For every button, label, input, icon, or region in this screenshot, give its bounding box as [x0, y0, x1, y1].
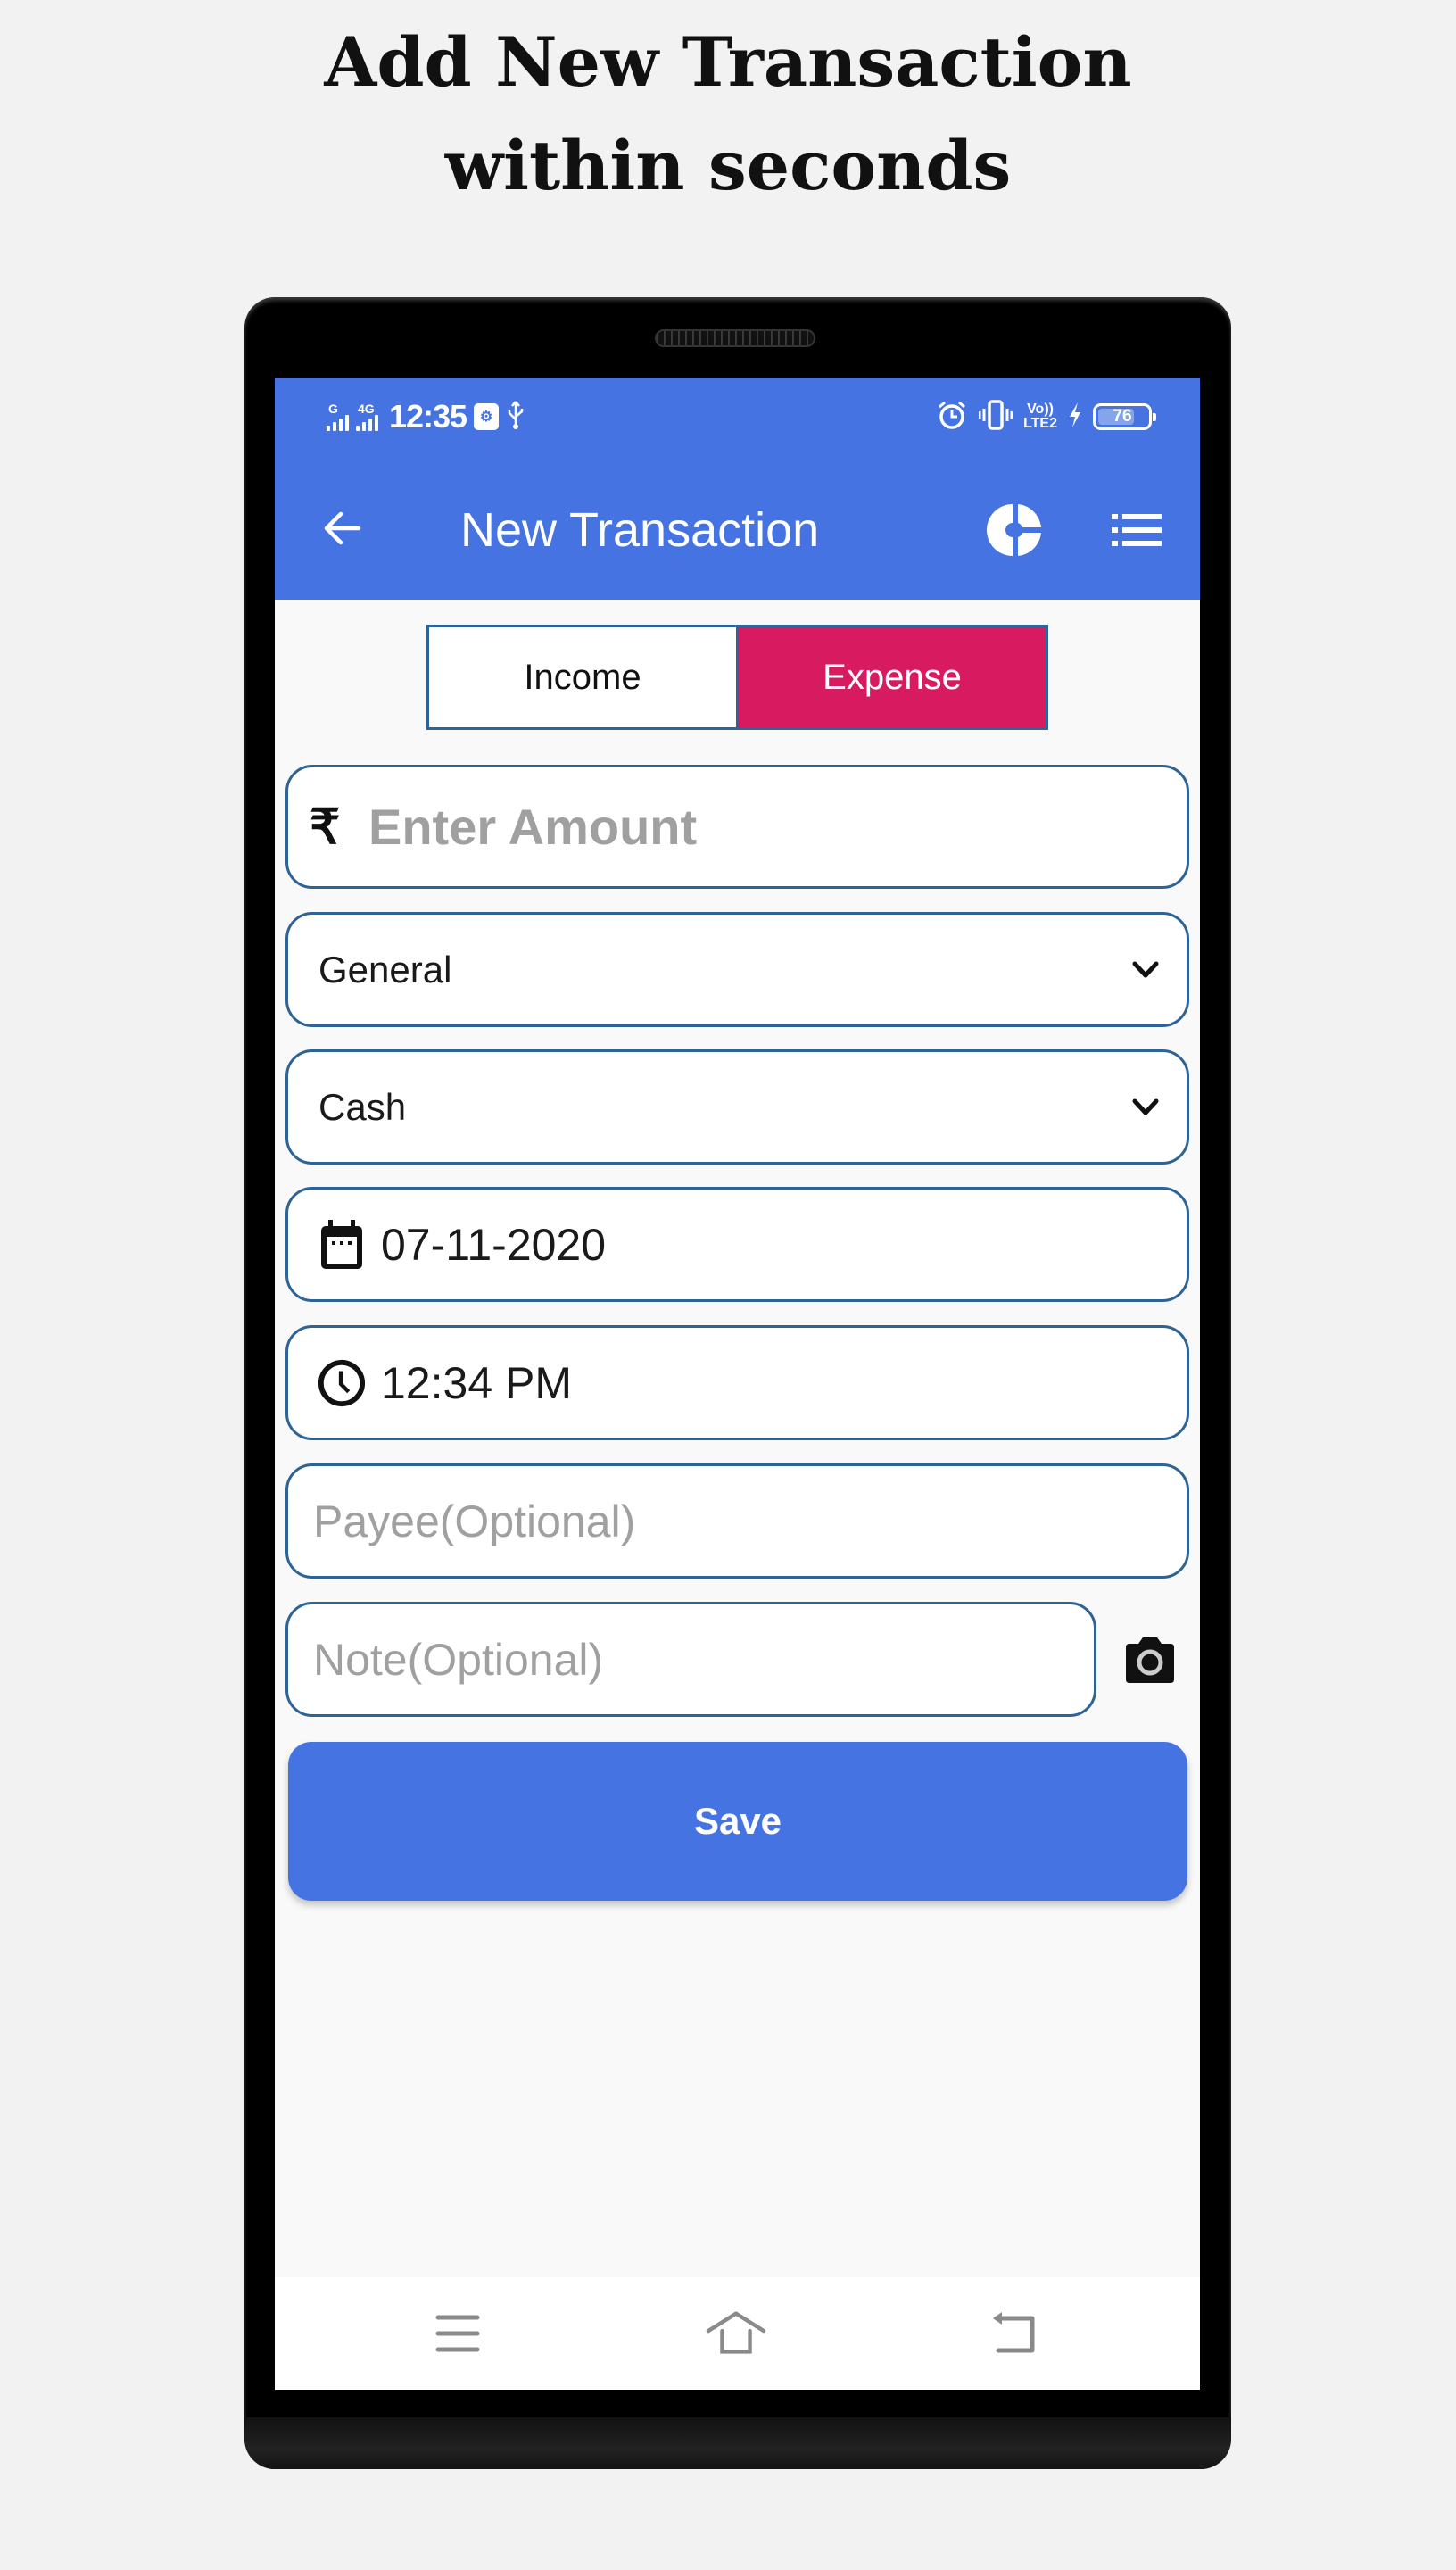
- nav-back-button[interactable]: [983, 2304, 1046, 2363]
- chevron-down-icon: [1132, 1098, 1159, 1115]
- app-screen: G 4G 12:35 ⚙ Vo)) LTE2 76 New Transactio…: [275, 378, 1200, 2390]
- amount-input[interactable]: [368, 798, 1154, 856]
- attach-photo-button[interactable]: [1119, 1629, 1181, 1691]
- camera-icon: [1126, 1637, 1174, 1683]
- headline-line-1: Add New Transaction: [324, 22, 1132, 102]
- note-input[interactable]: [313, 1633, 1016, 1686]
- payee-input[interactable]: [313, 1495, 1100, 1547]
- clock-icon: [317, 1356, 367, 1410]
- date-field[interactable]: 07-11-2020: [285, 1187, 1189, 1302]
- note-field: [285, 1602, 1096, 1717]
- alarm-icon: [936, 399, 968, 435]
- account-value: Cash: [318, 1085, 407, 1128]
- back-icon: [993, 2312, 1035, 2353]
- page-title: New Transaction: [460, 503, 820, 557]
- status-time: 12:35: [389, 398, 467, 435]
- back-button[interactable]: [318, 503, 368, 553]
- nav-home-button[interactable]: [705, 2304, 767, 2363]
- time-value: 12:34 PM: [381, 1357, 573, 1408]
- nav-menu-button[interactable]: [426, 2304, 489, 2363]
- payee-field: [285, 1463, 1189, 1579]
- charging-icon: [1068, 402, 1082, 433]
- list-button[interactable]: [1110, 507, 1163, 553]
- app-bar: New Transaction: [275, 460, 1200, 600]
- save-button[interactable]: Save: [288, 1742, 1187, 1901]
- amount-field: ₹: [285, 765, 1189, 889]
- usb-icon: [506, 400, 525, 435]
- battery-level: 76: [1113, 407, 1132, 426]
- battery-icon: 76: [1093, 403, 1156, 430]
- usb-settings-icon: ⚙: [474, 403, 500, 430]
- account-select[interactable]: Cash: [285, 1049, 1189, 1165]
- pie-chart-icon: [987, 504, 1041, 556]
- arrow-left-icon: [324, 511, 361, 545]
- promo-headline: Add New Transaction within seconds: [0, 11, 1456, 218]
- category-select[interactable]: General: [285, 912, 1189, 1027]
- volte-icon: Vo)) LTE2: [1023, 402, 1057, 431]
- list-icon: [1112, 514, 1162, 546]
- phone-chin: [244, 2417, 1231, 2469]
- signal-icon: 4G: [356, 402, 378, 431]
- chart-button[interactable]: [985, 500, 1046, 560]
- signal-icon: G: [327, 402, 349, 431]
- tab-expense[interactable]: Expense: [739, 627, 1046, 727]
- phone-speaker: [655, 329, 815, 347]
- calendar-icon: [317, 1218, 367, 1272]
- menu-icon: [435, 2315, 480, 2352]
- tab-income[interactable]: Income: [429, 627, 739, 727]
- time-field[interactable]: 12:34 PM: [285, 1325, 1189, 1440]
- headline-line-2: within seconds: [444, 126, 1012, 205]
- transaction-type-toggle: Income Expense: [426, 625, 1048, 730]
- category-value: General: [318, 948, 452, 991]
- date-value: 07-11-2020: [381, 1219, 607, 1270]
- status-bar: G 4G 12:35 ⚙ Vo)) LTE2 76: [275, 378, 1200, 460]
- chevron-down-icon: [1132, 961, 1159, 977]
- system-nav-bar: [275, 2277, 1200, 2390]
- home-icon: [706, 2311, 766, 2354]
- vibrate-icon: [978, 399, 1013, 435]
- rupee-icon: ₹: [310, 800, 341, 854]
